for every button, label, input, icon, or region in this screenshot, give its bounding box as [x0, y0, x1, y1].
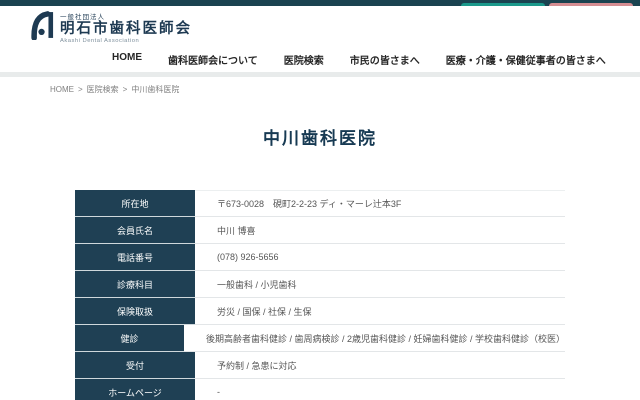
page: 会員専用ページ 入会のご案内 一般社団法人 明石市歯科医師会 Akashi De… — [0, 0, 640, 400]
table-row-reception: 受付 予約制 / 急患に対応 — [75, 352, 565, 379]
row-label: 保険取扱 — [75, 298, 195, 325]
table-row-address: 所在地 〒673-0028 硯町2-2-23 ディ・マーレ辻本3F — [75, 190, 565, 217]
breadcrumb-clinic-search[interactable]: 医院検索 — [87, 84, 119, 95]
site-logo[interactable]: 一般社団法人 明石市歯科医師会 Akashi Dental Associatio… — [30, 10, 192, 45]
table-row-departments: 診療科目 一般歯科 / 小児歯科 — [75, 271, 565, 298]
row-label: 電話番号 — [75, 244, 195, 271]
row-value: 一般歯科 / 小児歯科 — [195, 271, 565, 298]
main-nav: HOME 歯科医師会について 医院検索 市民の皆さまへ 医療・介護・保健従事者の… — [112, 52, 606, 67]
header-divider — [0, 72, 640, 77]
logo-site-name-en: Akashi Dental Association — [60, 38, 192, 44]
nav-item-citizens[interactable]: 市民の皆さまへ — [350, 52, 420, 67]
table-row-member-name: 会員氏名 中川 博喜 — [75, 217, 565, 244]
table-row-checkups: 健診 後期高齢者歯科健診 / 歯周病検診 / 2歳児歯科健診 / 妊婦歯科健診 … — [75, 325, 565, 352]
row-label: 所在地 — [75, 190, 195, 217]
row-label: 健診 — [75, 325, 184, 352]
row-value: 労災 / 国保 / 社保 / 生保 — [195, 298, 565, 325]
row-value: 〒673-0028 硯町2-2-23 ディ・マーレ辻本3F — [195, 190, 565, 217]
row-value: 中川 博喜 — [195, 217, 565, 244]
clinic-info-table: 所在地 〒673-0028 硯町2-2-23 ディ・マーレ辻本3F 会員氏名 中… — [75, 190, 565, 400]
row-label: 受付 — [75, 352, 195, 379]
breadcrumb: HOME > 医院検索 > 中川歯科医院 — [50, 84, 179, 95]
page-title: 中川歯科医院 — [0, 124, 640, 149]
dental-association-logo-icon — [30, 10, 54, 45]
row-value: - — [195, 379, 565, 400]
row-value: 予約制 / 急患に対応 — [195, 352, 565, 379]
logo-corp-type: 一般社団法人 — [60, 11, 192, 21]
nav-item-clinic-search[interactable]: 医院検索 — [284, 52, 324, 67]
table-row-insurance: 保険取扱 労災 / 国保 / 社保 / 生保 — [75, 298, 565, 325]
row-label: ホームページ — [75, 379, 195, 400]
breadcrumb-home[interactable]: HOME — [50, 85, 74, 94]
table-row-homepage: ホームページ - — [75, 379, 565, 400]
nav-item-professionals[interactable]: 医療・介護・保健従事者の皆さまへ — [446, 52, 606, 67]
breadcrumb-current: 中川歯科医院 — [131, 84, 179, 95]
logo-site-name: 明石市歯科医師会 — [60, 21, 192, 38]
breadcrumb-separator: > — [78, 85, 83, 94]
row-label: 会員氏名 — [75, 217, 195, 244]
logo-text: 一般社団法人 明石市歯科医師会 Akashi Dental Associatio… — [60, 11, 192, 44]
table-row-phone: 電話番号 (078) 926-5656 — [75, 244, 565, 271]
site-header: 一般社団法人 明石市歯科医師会 Akashi Dental Associatio… — [0, 6, 640, 72]
breadcrumb-separator: > — [123, 85, 128, 94]
row-value: (078) 926-5656 — [195, 244, 565, 271]
nav-item-home[interactable]: HOME — [112, 52, 142, 67]
row-label: 診療科目 — [75, 271, 195, 298]
row-value: 後期高齢者歯科健診 / 歯周病検診 / 2歳児歯科健診 / 妊婦歯科健診 / 学… — [184, 325, 565, 352]
nav-item-about[interactable]: 歯科医師会について — [168, 52, 258, 67]
